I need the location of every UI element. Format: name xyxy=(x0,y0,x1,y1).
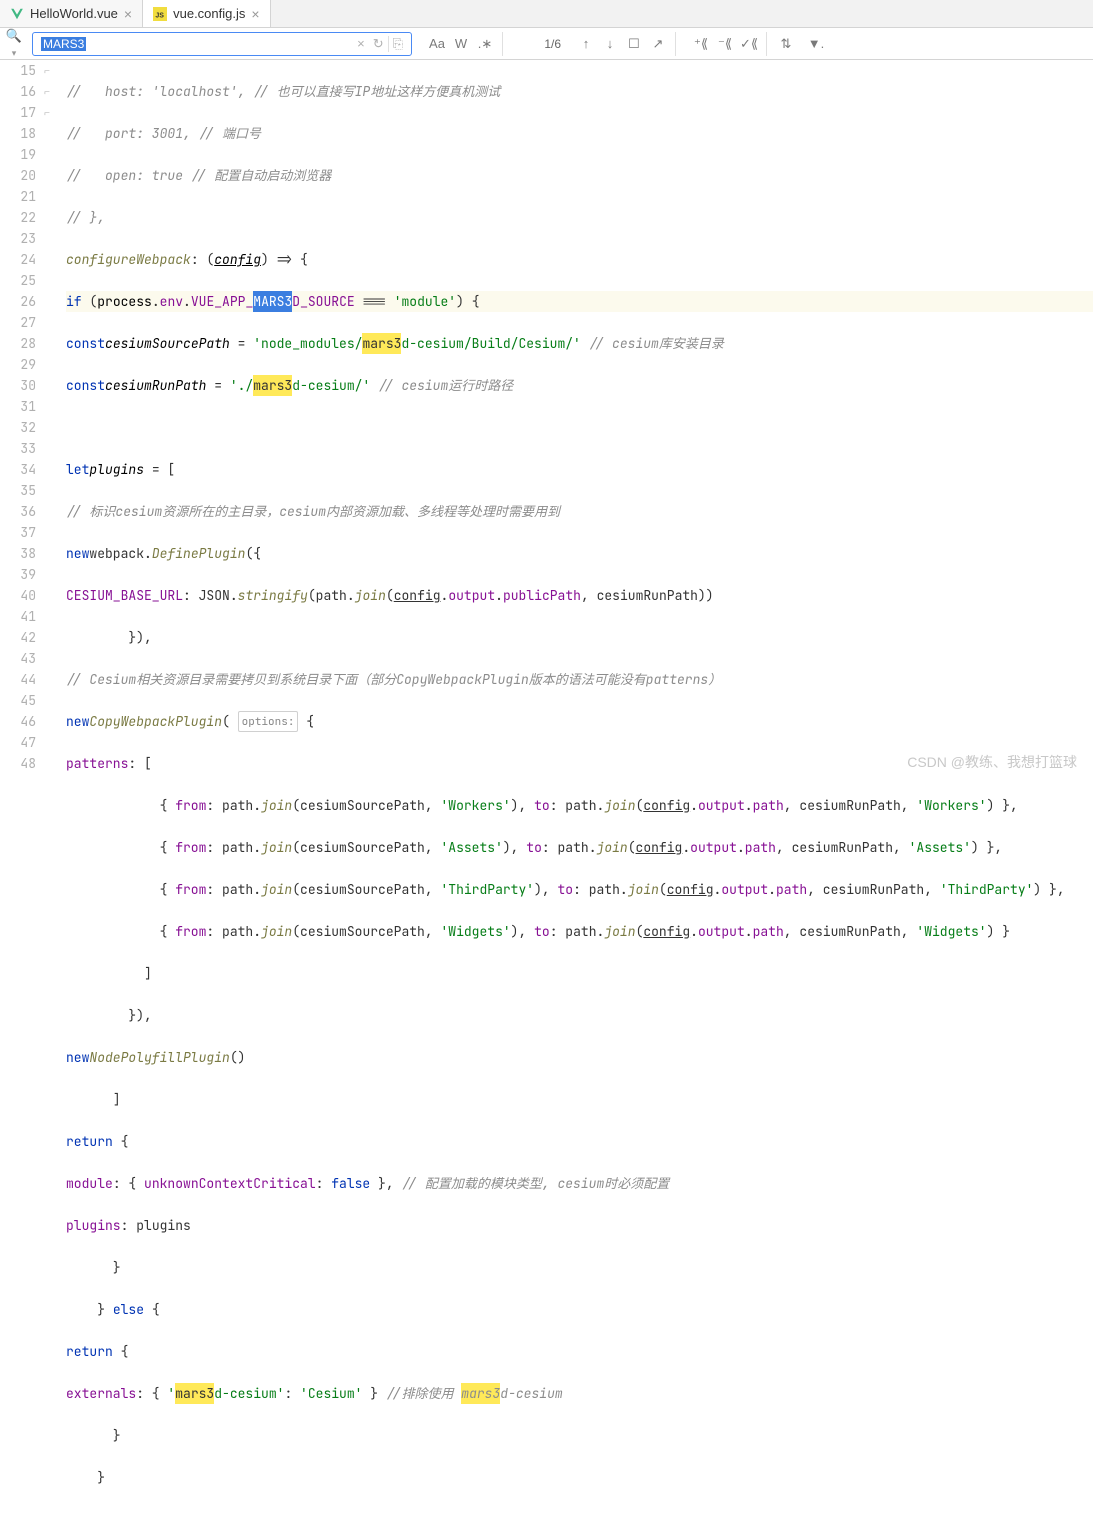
settings-icon[interactable]: ⇅ xyxy=(775,33,797,55)
tab-label: vue.config.js xyxy=(173,6,245,21)
prev-match-icon[interactable]: ↑ xyxy=(575,33,597,55)
match-case-icon[interactable]: Aa xyxy=(426,33,448,55)
filter-icon[interactable]: ▼. xyxy=(805,33,827,55)
words-icon[interactable]: W xyxy=(450,33,472,55)
match-options: Aa W .∗ xyxy=(420,32,503,56)
code-area[interactable]: // host: 'localhost', // 也可以直接写IP地址这样方便真… xyxy=(62,60,1093,1530)
tab-bar: HelloWorld.vue × JS vue.config.js × xyxy=(0,0,1093,28)
find-input[interactable]: MARS3 × ↻ ⎘ xyxy=(32,32,412,56)
next-match-icon[interactable]: ↓ xyxy=(599,33,621,55)
tab-helloworld[interactable]: HelloWorld.vue × xyxy=(0,0,143,27)
close-icon[interactable]: × xyxy=(251,6,259,22)
select-occurrences-icon[interactable]: ✓⟪ xyxy=(738,33,760,55)
search-icon[interactable]: 🔍▾ xyxy=(4,28,24,59)
svg-text:JS: JS xyxy=(155,12,164,19)
find-bar: 🔍▾ MARS3 × ↻ ⎘ Aa W .∗ 1/6 ↑ ↓ ☐ ↗ ⁺⟪ ⁻⟪… xyxy=(0,28,1093,60)
clear-icon[interactable]: × xyxy=(353,36,369,51)
filter-buttons: ⁺⟪ ⁻⟪ ✓⟪ xyxy=(684,32,767,56)
remove-selection-icon[interactable]: ⁻⟪ xyxy=(714,33,736,55)
open-tool-icon[interactable]: ↗ xyxy=(647,33,669,55)
watermark: CSDN @教练、我想打篮球 xyxy=(907,752,1077,772)
fold-gutter: ⌐⌐⌐ xyxy=(44,60,62,1530)
match-count: 1/6 xyxy=(511,37,561,51)
tab-vueconfig[interactable]: JS vue.config.js × xyxy=(143,0,270,27)
select-all-icon[interactable]: ☐ xyxy=(623,33,645,55)
js-file-icon: JS xyxy=(153,7,167,21)
add-selection-icon[interactable]: ⁺⟪ xyxy=(690,33,712,55)
code-editor[interactable]: 1516171819202122232425262728293031323334… xyxy=(0,60,1093,1530)
nav-buttons: ↑ ↓ ☐ ↗ xyxy=(569,32,676,56)
tab-label: HelloWorld.vue xyxy=(30,6,118,21)
pin-icon[interactable]: ⎘ xyxy=(388,36,407,52)
line-gutter: 1516171819202122232425262728293031323334… xyxy=(0,60,44,1530)
close-icon[interactable]: × xyxy=(124,6,132,22)
regex-icon[interactable]: .∗ xyxy=(474,33,496,55)
history-icon[interactable]: ↻ xyxy=(369,36,388,52)
vue-file-icon xyxy=(10,7,24,21)
